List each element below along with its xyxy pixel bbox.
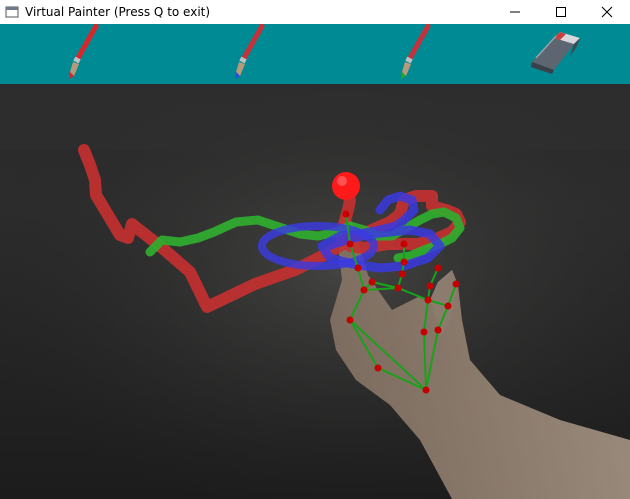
eraser-button[interactable] — [526, 24, 586, 84]
red-brush-icon — [69, 24, 99, 79]
drawing-canvas[interactable] — [0, 84, 630, 499]
canvas-layer — [0, 84, 630, 499]
blue-brush-button[interactable] — [218, 24, 278, 84]
app-window: Virtual Painter (Press Q to exit) — [0, 0, 630, 499]
eraser-icon — [531, 32, 580, 74]
red-brush-button[interactable] — [52, 24, 112, 84]
blue-brush-icon — [235, 24, 265, 79]
green-brush-button[interactable] — [384, 24, 444, 84]
wall-band — [0, 84, 630, 150]
minimize-icon — [510, 11, 520, 13]
title-bar[interactable]: Virtual Painter (Press Q to exit) — [0, 0, 630, 24]
green-brush-icon — [401, 24, 431, 79]
window-title: Virtual Painter (Press Q to exit) — [25, 5, 211, 19]
maximize-icon — [556, 7, 566, 17]
color-toolbar — [0, 24, 630, 84]
close-icon — [601, 6, 613, 18]
close-button[interactable] — [584, 0, 630, 24]
fingertip-cursor — [332, 172, 360, 200]
minimize-button[interactable] — [492, 0, 538, 24]
maximize-button[interactable] — [538, 0, 584, 24]
app-icon — [5, 6, 19, 18]
cursor-highlight — [337, 176, 347, 186]
